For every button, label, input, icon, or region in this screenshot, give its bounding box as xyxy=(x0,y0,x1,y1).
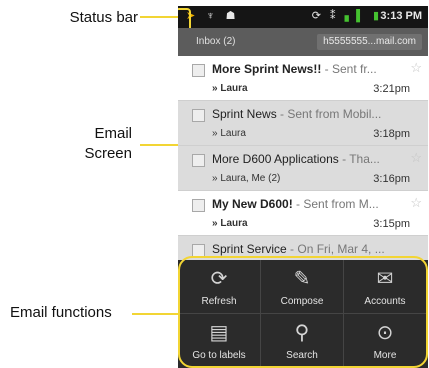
email-row[interactable]: More Sprint News!! - Sent fr... » Laura … xyxy=(178,56,428,101)
email-screen-callout-line1: Email xyxy=(94,125,132,142)
inbox-label: Inbox (2) xyxy=(196,36,236,47)
email-sender: » Laura xyxy=(212,83,248,94)
sync-icon: ⟳ xyxy=(311,10,324,22)
email-functions-callout: Email functions xyxy=(10,304,112,321)
email-subject: Sprint News - Sent from Mobil... xyxy=(212,107,382,121)
email-sender: » Laura, Me (2) xyxy=(212,173,281,184)
select-checkbox[interactable] xyxy=(192,64,205,77)
email-subject: Sprint Service - On Fri, Mar 4, ... xyxy=(212,242,385,256)
email-date: 3:15pm xyxy=(373,218,410,230)
select-checkbox[interactable] xyxy=(192,199,205,212)
email-subject: More Sprint News!! - Sent fr... xyxy=(212,62,377,76)
menu-highlight xyxy=(178,256,428,368)
star-icon[interactable]: ☆ xyxy=(410,60,422,76)
signal-icon: ▖▌ xyxy=(344,10,367,22)
email-subject: More D600 Applications - Tha... xyxy=(212,152,380,166)
email-sender: » Laura xyxy=(212,128,246,139)
status-bar-callout: Status bar xyxy=(69,9,138,26)
email-snippet: - Sent from Mobil... xyxy=(276,107,382,121)
email-sender: » Laura xyxy=(212,218,248,229)
email-row[interactable]: My New D600! - Sent from M... » Laura 3:… xyxy=(178,191,428,236)
notification-icons: ➤ ♆ ☗ xyxy=(186,9,239,22)
star-icon[interactable]: ☆ xyxy=(410,195,422,211)
select-checkbox[interactable] xyxy=(192,109,205,122)
star-icon[interactable]: ☆ xyxy=(410,150,422,166)
clock: 3:13 PM xyxy=(380,10,422,22)
email-row[interactable]: More D600 Applications - Tha... » Laura,… xyxy=(178,146,428,191)
email-date: 3:16pm xyxy=(373,173,410,185)
email-snippet: - Sent from M... xyxy=(292,197,379,211)
email-screen-callout-line2: Screen xyxy=(84,145,132,162)
phone-screen: ➤ ♆ ☗ ⟳ ⁑ ▖▌ ▮ 3:13 PM Inbox (2) h555555… xyxy=(178,6,428,368)
android-icon: ☗ xyxy=(225,10,240,22)
vibrate-icon: ⁑ xyxy=(330,10,339,22)
email-snippet: - Sent fr... xyxy=(321,62,377,76)
email-subject: My New D600! - Sent from M... xyxy=(212,197,379,211)
status-bar: ➤ ♆ ☗ ⟳ ⁑ ▖▌ ▮ 3:13 PM xyxy=(178,6,428,28)
email-row[interactable]: Sprint News - Sent from Mobil... » Laura… xyxy=(178,101,428,146)
email-snippet: - On Fri, Mar 4, ... xyxy=(286,242,385,256)
status-bar-leader xyxy=(140,16,178,18)
select-checkbox[interactable] xyxy=(192,154,205,167)
email-date: 3:18pm xyxy=(373,128,410,140)
email-snippet: - Tha... xyxy=(338,152,380,166)
usb-icon: ♆ xyxy=(206,10,219,22)
account-button[interactable]: h5555555...mail.com xyxy=(317,34,422,50)
email-functions-leader xyxy=(132,313,178,315)
email-screen-leader xyxy=(140,144,178,146)
system-icons: ⟳ ⁑ ▖▌ ▮ xyxy=(312,9,382,22)
inbox-header: Inbox (2) h5555555...mail.com xyxy=(178,28,428,56)
email-date: 3:21pm xyxy=(373,83,410,95)
